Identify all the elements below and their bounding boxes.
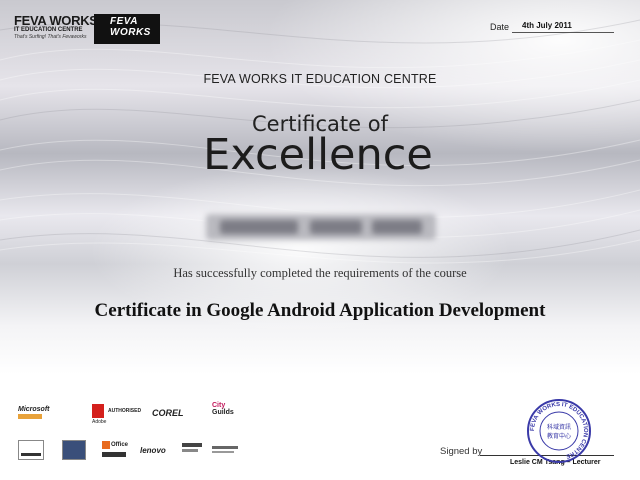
brand-subtitle: IT EDUCATION CENTRE <box>14 27 83 33</box>
svg-text:科域資訊: 科域資訊 <box>547 423 571 431</box>
wave-background <box>0 19 640 264</box>
lenovo-logo: lenovo <box>140 446 174 456</box>
certificate-title-line2: Excellence <box>203 130 433 180</box>
partner-logo-box-2 <box>62 440 86 460</box>
date-value: 4th July 2011 <box>522 21 572 30</box>
brand-logo: FEVA WORKS IT EDUCATION CENTRE That's Su… <box>14 14 98 40</box>
office-logo: Office <box>102 441 129 459</box>
completion-statement: Has successfully completed the requireme… <box>173 266 467 280</box>
official-seal-stamp: FEVA WORKS IT EDUCATION CENTRE 科域資訊 教育中心 <box>527 399 591 463</box>
brand-name: FEVA WORKS <box>14 13 98 28</box>
date-line <box>512 32 614 33</box>
course-name: Certificate in Google Android Applicatio… <box>94 300 546 321</box>
corel-logo-text: COREL <box>152 408 184 418</box>
corel-logo: COREL <box>152 408 200 422</box>
microsoft-logo-text: Microsoft <box>18 406 50 413</box>
svg-text:教育中心: 教育中心 <box>547 432 571 440</box>
adobe-authorised-logo: Adobe AUTHORISED <box>92 404 148 426</box>
lenovo-logo-text: lenovo <box>140 446 166 455</box>
city-guilds-logo: City Guilds <box>212 402 242 426</box>
date-label: Date <box>490 22 510 32</box>
adobe-logo-text: Adobe <box>92 419 107 425</box>
signed-by-label: Signed by <box>440 446 483 457</box>
centre-name: FEVA WORKS IT EDUCATION CENTRE <box>203 72 437 86</box>
office-logo-text: Office <box>111 442 129 448</box>
microsoft-certified-logo <box>182 443 206 457</box>
partner-logo-small <box>212 446 240 456</box>
certificate-page: FEVA WORKS IT EDUCATION CENTRE That's Su… <box>0 0 640 480</box>
brand-box-logo: FEVA WORKS <box>94 14 160 44</box>
brand-tagline: That's Surfing! That's Fevaworks <box>14 34 87 40</box>
recipient-name-redacted <box>206 214 436 240</box>
city-guilds-text-1: City <box>212 402 226 409</box>
brand-box-text: FEVA WORKS <box>110 16 151 38</box>
partner-logo-box-1 <box>18 440 44 460</box>
adobe-authorised-text: AUTHORISED <box>108 408 142 414</box>
microsoft-partner-logo: Microsoft <box>18 406 78 422</box>
city-guilds-text-2: Guilds <box>212 409 234 416</box>
